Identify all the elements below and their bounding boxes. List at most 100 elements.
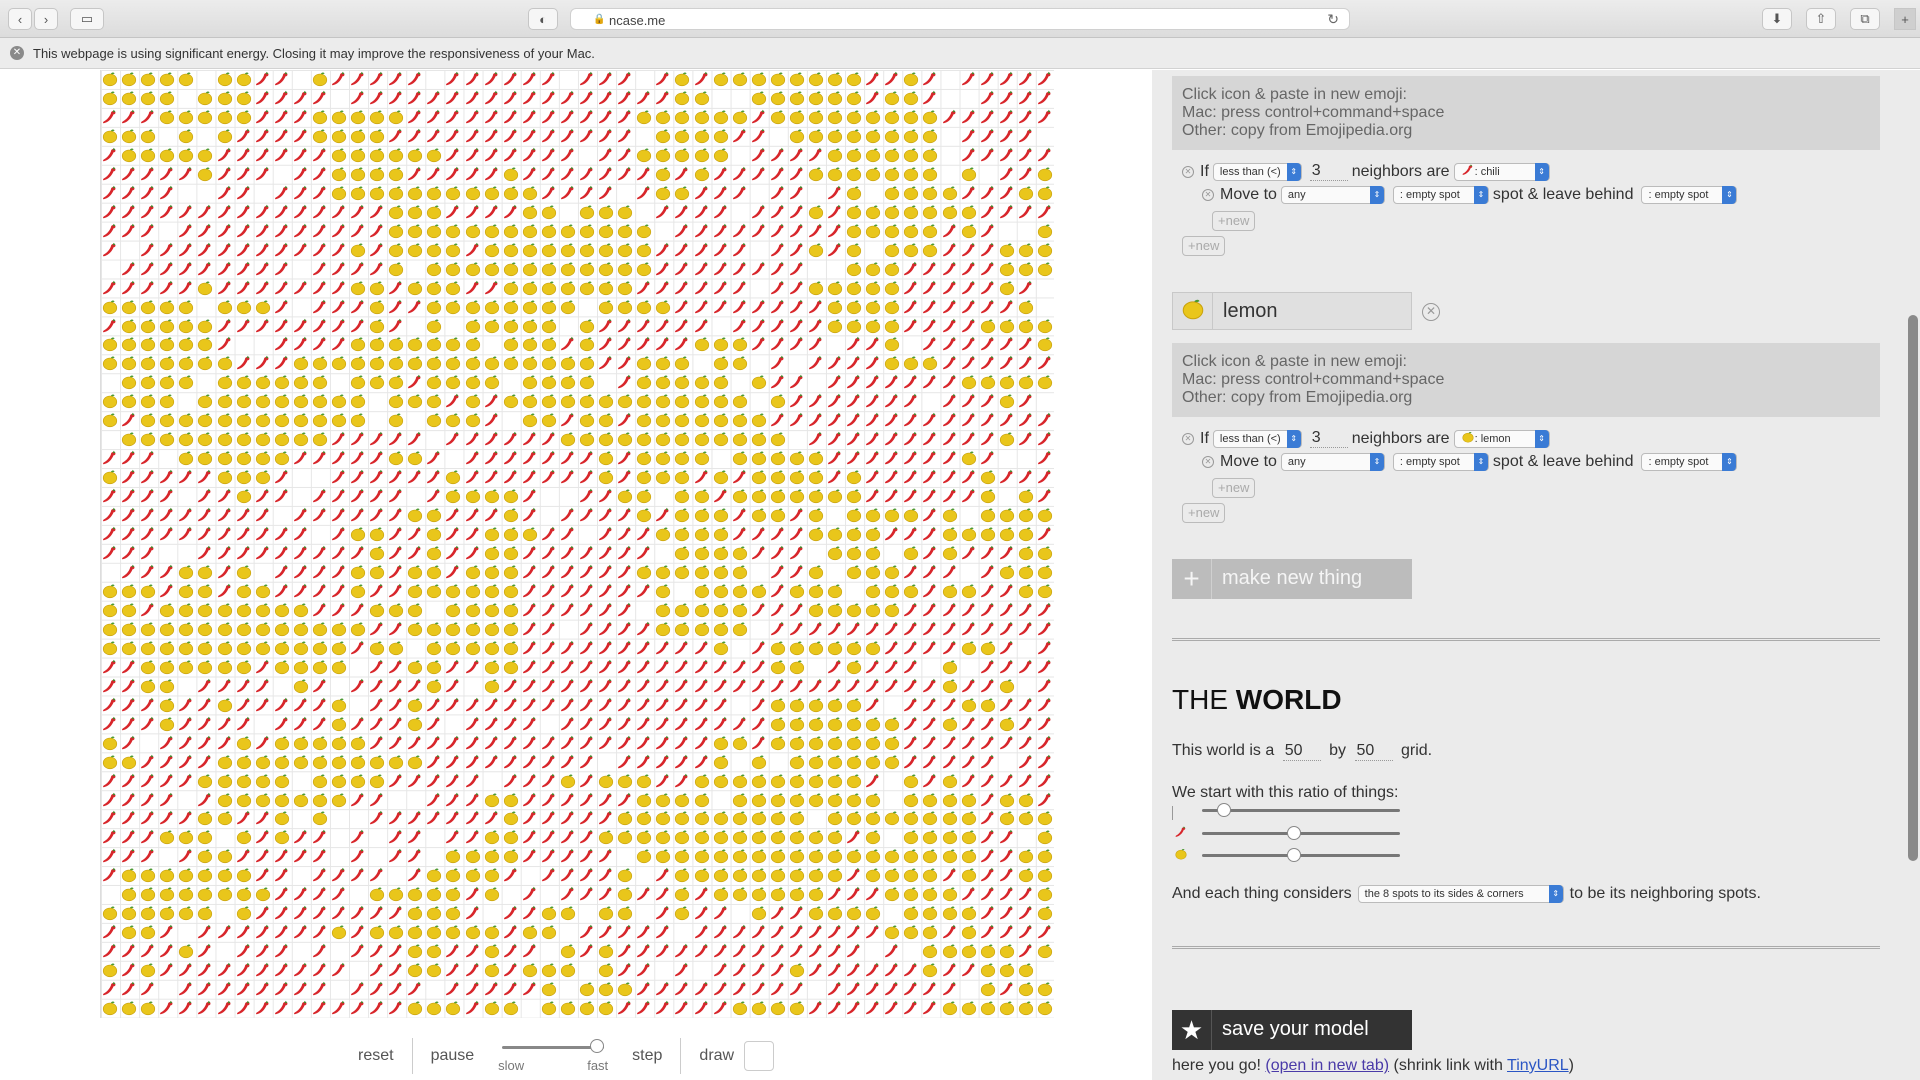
tinyurl-link[interactable]: TinyURL: [1507, 1057, 1569, 1074]
neighbor-count-input[interactable]: 3: [1309, 162, 1348, 181]
lemon-ratio-slider[interactable]: [1202, 848, 1400, 862]
chili-pepper-icon: [1036, 715, 1054, 733]
chili-pepper-icon: [235, 961, 253, 979]
lemon-icon[interactable]: [1173, 293, 1213, 329]
lemon-icon: [902, 70, 920, 88]
draw-brush-picker[interactable]: [744, 1041, 775, 1071]
lemon-icon: [979, 961, 997, 979]
lemon-icon: [921, 791, 939, 809]
chili-pepper-icon: [311, 847, 329, 865]
chili-pepper-icon: [216, 165, 234, 183]
downloads-button[interactable]: ⬇: [1762, 8, 1792, 30]
save-model-button[interactable]: ★ save your model: [1172, 1010, 1412, 1050]
move-direction-select[interactable]: any ⇕: [1280, 453, 1385, 471]
new-rule-button[interactable]: +new: [1182, 503, 1226, 523]
chili-pepper-icon: [330, 335, 348, 353]
chili-pepper-icon: [693, 222, 711, 240]
chili-pepper-icon: [425, 127, 443, 145]
lemon-icon: [807, 639, 825, 657]
chili-pepper-icon: [616, 411, 634, 429]
lemon-icon: [883, 582, 901, 600]
new-action-button[interactable]: +new: [1212, 211, 1256, 231]
chili-pepper-icon: [654, 70, 672, 88]
tabs-overview-button[interactable]: ⧉: [1850, 8, 1880, 30]
slider-knob[interactable]: [1286, 826, 1301, 840]
chili-pepper-icon: [368, 430, 386, 448]
chili-pepper-icon: [292, 165, 310, 183]
delete-thing-icon[interactable]: ✕: [1422, 303, 1440, 321]
chili-pepper-icon: [769, 335, 787, 353]
reset-button[interactable]: reset: [340, 1047, 412, 1065]
chili-pepper-icon: [406, 828, 424, 846]
comparator-select[interactable]: less than (<) ⇕: [1212, 429, 1302, 448]
back-button[interactable]: ‹: [8, 8, 32, 30]
lemon-icon: [425, 658, 443, 676]
slider-knob[interactable]: [1286, 848, 1301, 862]
chili-pepper-icon: [406, 847, 424, 865]
chili-pepper-icon: [807, 317, 825, 335]
chili-pepper-icon: [349, 828, 367, 846]
reload-icon[interactable]: ↻: [1327, 11, 1339, 28]
privacy-report-button[interactable]: ◐: [528, 8, 558, 30]
new-tab-button[interactable]: +: [1894, 8, 1916, 30]
chili-pepper-icon: [559, 544, 577, 562]
world-grid[interactable]: [100, 70, 1054, 1018]
lemon-icon: [425, 999, 443, 1017]
lemon-icon: [1036, 866, 1054, 884]
slider-knob[interactable]: [1216, 803, 1231, 817]
leave-behind-select[interactable]: : empty spot ⇕: [1641, 453, 1738, 471]
remove-rule-icon[interactable]: ✕: [1182, 165, 1194, 178]
scrollbar[interactable]: [1908, 315, 1918, 861]
lemon-icon: [330, 392, 348, 410]
new-rule-button[interactable]: +new: [1182, 236, 1226, 256]
speed-slider[interactable]: slow fast: [498, 1036, 608, 1076]
lemon-icon: [883, 354, 901, 372]
make-new-thing-button[interactable]: + make new thing: [1172, 559, 1412, 599]
chili-pepper-icon: [292, 506, 310, 524]
thing-name-input[interactable]: lemon: [1223, 300, 1277, 323]
new-action-button[interactable]: +new: [1212, 478, 1256, 498]
close-icon[interactable]: ✕: [10, 46, 24, 60]
open-in-new-tab-link[interactable]: (open in new tab): [1265, 1057, 1389, 1074]
neighbor-type-select[interactable]: : lemon ⇕: [1453, 429, 1550, 448]
neighbor-type-select[interactable]: : chili ⇕: [1453, 162, 1550, 181]
lemon-icon: [521, 373, 539, 391]
pause-button[interactable]: pause: [413, 1047, 493, 1065]
world-height-input[interactable]: 50: [1354, 742, 1393, 761]
chili-pepper-icon: [292, 525, 310, 543]
remove-action-icon[interactable]: ✕: [1202, 189, 1214, 201]
chili-pepper-icon: [941, 980, 959, 998]
neighbor-count-input[interactable]: 3: [1309, 429, 1348, 448]
lemon-icon: [788, 866, 806, 884]
neighborhood-select[interactable]: the 8 spots to its sides & corners ⇕: [1357, 885, 1564, 903]
remove-action-icon[interactable]: ✕: [1202, 456, 1214, 468]
address-bar[interactable]: 🔒 ncase.me ↻: [570, 8, 1350, 30]
sidebar-button[interactable]: ▭: [70, 8, 104, 30]
lemon-icon: [864, 582, 882, 600]
speed-knob[interactable]: [590, 1039, 605, 1053]
chili-pepper-icon: [368, 70, 386, 88]
empty-ratio-slider[interactable]: [1202, 803, 1400, 817]
move-target-select[interactable]: : empty spot ⇕: [1392, 186, 1489, 204]
leave-behind-select[interactable]: : empty spot ⇕: [1641, 186, 1738, 204]
step-button[interactable]: step: [614, 1047, 680, 1065]
chili-pepper-icon: [349, 298, 367, 316]
share-button[interactable]: ⇧: [1806, 8, 1836, 30]
lemon-icon: [597, 203, 615, 221]
chili-pepper-icon: [216, 279, 234, 297]
move-direction-select[interactable]: any ⇕: [1280, 186, 1385, 204]
comparator-select[interactable]: less than (<) ⇕: [1212, 162, 1302, 181]
lemon-icon: [750, 847, 768, 865]
chili-pepper-icon: [273, 847, 291, 865]
chili-pepper-icon: [196, 525, 214, 543]
lemon-icon: [292, 411, 310, 429]
chili-pepper-icon: [921, 335, 939, 353]
chili-ratio-slider[interactable]: [1202, 826, 1400, 840]
remove-rule-icon[interactable]: ✕: [1182, 432, 1194, 445]
chili-pepper-icon: [177, 715, 195, 733]
world-width-input[interactable]: 50: [1282, 742, 1321, 761]
forward-button[interactable]: ›: [34, 8, 58, 30]
lemon-icon: [712, 866, 730, 884]
move-target-select[interactable]: : empty spot ⇕: [1392, 453, 1489, 471]
chili-pepper-icon: [330, 260, 348, 278]
